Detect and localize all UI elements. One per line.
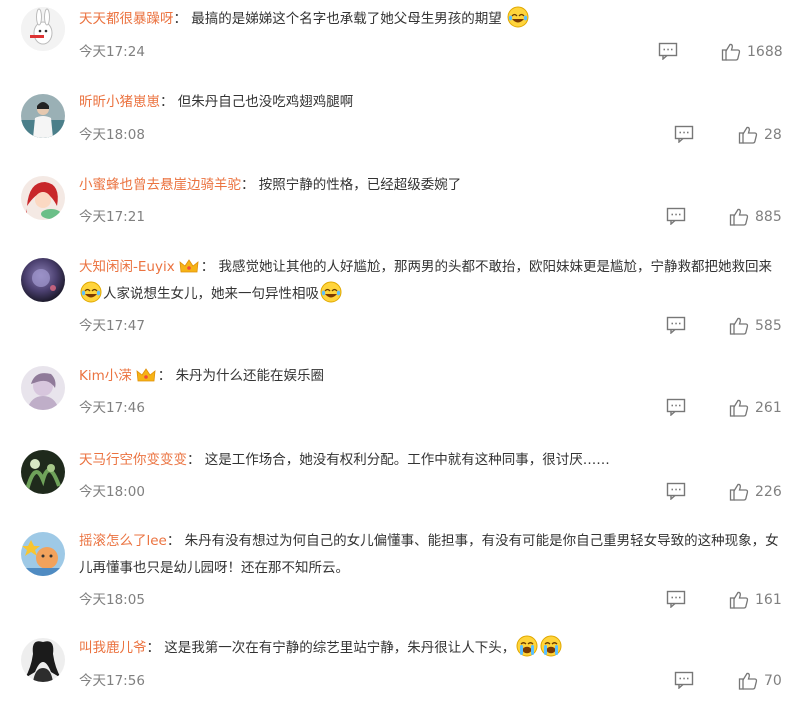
comment-body: 人家说想生女儿，她来一句异性相吸	[103, 286, 319, 302]
username-link[interactable]: 叫我鹿儿爷	[79, 640, 147, 656]
laugh-tears-emoji	[320, 281, 342, 303]
comment-body: 最搞的是娣娣这个名字也承载了她父母生男孩的期望	[191, 11, 502, 27]
comment-body: 这是我第一次在有宁静的综艺里站宁静，朱丹很让人下头，	[164, 640, 516, 656]
like-count: 885	[755, 209, 782, 225]
comment-item: 天马行空你变变变： 这是工作场合，她没有权利分配。工作中就有这种同事，很讨厌………	[0, 446, 804, 526]
thumbs-up-icon[interactable]	[729, 316, 749, 336]
like-count: 585	[755, 318, 782, 334]
comment-item: 小蜜蜂也曾去悬崖边骑羊驼： 按照宁静的性格，已经超级委婉了 今天17:21 88…	[0, 170, 804, 250]
avatar[interactable]	[21, 176, 65, 220]
username-link[interactable]: 天马行空你变变变	[79, 452, 187, 468]
like-count: 70	[764, 673, 782, 689]
thumbs-up-icon[interactable]	[738, 671, 758, 691]
separator: ：	[157, 368, 172, 384]
comment-icon[interactable]	[658, 42, 678, 60]
timestamp: 今天17:46	[79, 400, 145, 416]
like-count: 161	[755, 592, 782, 608]
avatar[interactable]	[21, 366, 65, 410]
comment-text: 天天都很暴躁呀： 最搞的是娣娣这个名字也承载了她父母生男孩的期望	[79, 6, 790, 33]
avatar[interactable]	[21, 532, 65, 576]
username-link[interactable]: 大知闲闲-Euyix	[79, 259, 175, 275]
thumbs-up-icon[interactable]	[721, 42, 741, 62]
comment-text: 叫我鹿儿爷： 这是我第一次在有宁静的综艺里站宁静，朱丹很让人下头，	[79, 635, 790, 662]
comment-item: Kim小溁 ： 朱丹为什么还能在娱乐圈 今天17:46 261	[0, 362, 804, 442]
comment-body: 朱丹有没有想过为何自己的女儿偏懂事、能担事，有没有可能是你自己重男轻女导致的这种…	[79, 533, 779, 576]
comment-body: 这是工作场合，她没有权利分配。工作中就有这种同事，很讨厌……	[204, 452, 610, 468]
username-link[interactable]: 昕昕小猪崽崽	[79, 94, 160, 110]
laugh-tears-emoji	[80, 281, 102, 303]
crying-emoji	[516, 635, 538, 657]
comment-text: Kim小溁 ： 朱丹为什么还能在娱乐圈	[79, 363, 790, 390]
comment-item: 摇滚怎么了lee： 朱丹有没有想过为何自己的女儿偏懂事、能担事，有没有可能是你自…	[0, 528, 804, 618]
avatar[interactable]	[21, 7, 65, 51]
laugh-tears-emoji	[507, 6, 529, 28]
avatar[interactable]	[21, 450, 65, 494]
timestamp: 今天18:00	[79, 484, 145, 500]
like-count: 28	[764, 127, 782, 143]
username-link[interactable]: 摇滚怎么了lee	[79, 533, 167, 549]
crown-badge-icon	[179, 259, 199, 273]
timestamp: 今天17:47	[79, 318, 145, 334]
username-link[interactable]: 天天都很暴躁呀	[79, 11, 174, 27]
avatar[interactable]	[21, 258, 65, 302]
comment-body: 朱丹为什么还能在娱乐圈	[175, 368, 325, 384]
comment-icon[interactable]	[674, 671, 694, 689]
like-count: 261	[755, 400, 782, 416]
comment-item: 大知闲闲-Euyix ： 我感觉她让其他的人好尴尬，那两男的头都不敢抬，欧阳妹妹更…	[0, 254, 804, 344]
comment-text: 摇滚怎么了lee： 朱丹有没有想过为何自己的女儿偏懂事、能担事，有没有可能是你自…	[79, 528, 790, 582]
avatar[interactable]	[21, 638, 65, 682]
separator: ：	[200, 259, 215, 275]
timestamp: 今天17:24	[79, 44, 145, 60]
crown-badge-icon	[136, 368, 156, 382]
like-count: 226	[755, 484, 782, 500]
separator: ：	[173, 11, 188, 27]
comment-icon[interactable]	[674, 125, 694, 143]
username-link[interactable]: Kim小溁	[79, 368, 132, 384]
thumbs-up-icon[interactable]	[738, 125, 758, 145]
separator: ：	[166, 533, 181, 549]
comment-text: 昕昕小猪崽崽： 但朱丹自己也没吃鸡翅鸡腿啊	[79, 89, 790, 116]
timestamp: 今天18:08	[79, 127, 145, 143]
timestamp: 今天17:56	[79, 673, 145, 689]
separator: ：	[160, 94, 174, 110]
thumbs-up-icon[interactable]	[729, 482, 749, 502]
comment-body: 我感觉她让其他的人好尴尬，那两男的头都不敢抬，欧阳妹妹更是尴尬，宁静救都把她救回…	[218, 259, 772, 275]
username-link[interactable]: 小蜜蜂也曾去悬崖边骑羊驼	[79, 177, 241, 193]
timestamp: 今天17:21	[79, 209, 145, 225]
comment-item: 昕昕小猪崽崽： 但朱丹自己也没吃鸡翅鸡腿啊 今天18:08 28	[0, 87, 804, 167]
avatar[interactable]	[21, 94, 65, 138]
comment-text: 大知闲闲-Euyix ： 我感觉她让其他的人好尴尬，那两男的头都不敢抬，欧阳妹妹更…	[79, 254, 790, 308]
separator: ：	[187, 452, 201, 468]
timestamp: 今天18:05	[79, 592, 145, 608]
thumbs-up-icon[interactable]	[729, 398, 749, 418]
thumbs-up-icon[interactable]	[729, 207, 749, 227]
comment-text: 天马行空你变变变： 这是工作场合，她没有权利分配。工作中就有这种同事，很讨厌……	[79, 447, 790, 474]
crying-emoji	[540, 635, 562, 657]
comment-item: 天天都很暴躁呀： 最搞的是娣娣这个名字也承载了她父母生男孩的期望 今天17:24…	[0, 0, 804, 80]
comment-icon[interactable]	[666, 316, 686, 334]
thumbs-up-icon[interactable]	[729, 590, 749, 610]
comment-body: 按照宁静的性格，已经超级委婉了	[258, 177, 462, 193]
comment-item: 叫我鹿儿爷： 这是我第一次在有宁静的综艺里站宁静，朱丹很让人下头， 今天17:5…	[0, 634, 804, 705]
like-count: 1688	[747, 44, 783, 60]
comment-icon[interactable]	[666, 590, 686, 608]
comment-icon[interactable]	[666, 482, 686, 500]
comment-icon[interactable]	[666, 207, 686, 225]
comment-body: 但朱丹自己也没吃鸡翅鸡腿啊	[177, 94, 354, 110]
comment-icon[interactable]	[666, 398, 686, 416]
separator: ：	[241, 177, 255, 193]
comment-text: 小蜜蜂也曾去悬崖边骑羊驼： 按照宁静的性格，已经超级委婉了	[79, 172, 790, 199]
separator: ：	[146, 640, 161, 656]
